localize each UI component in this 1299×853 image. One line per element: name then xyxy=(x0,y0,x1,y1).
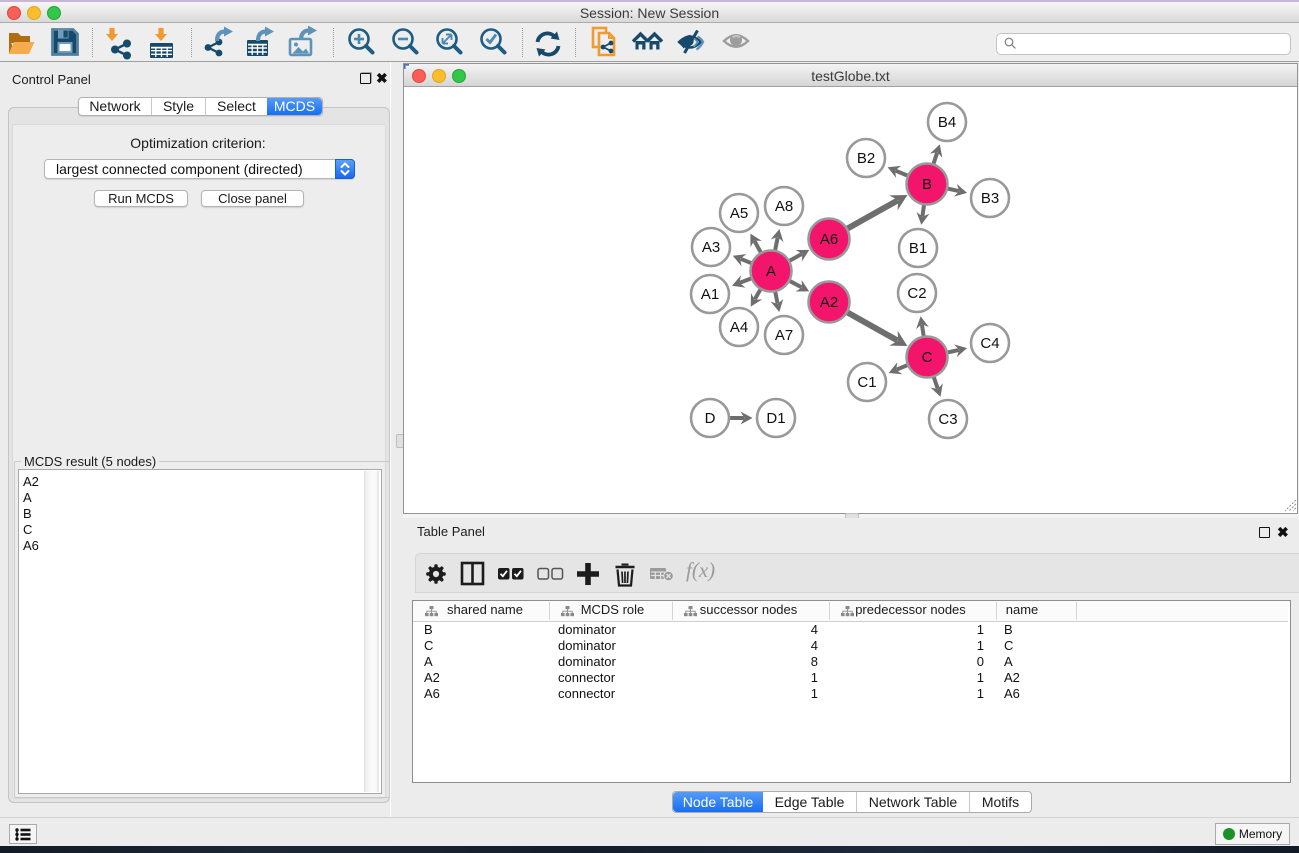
svg-text:A1: A1 xyxy=(701,286,719,303)
svg-text:B4: B4 xyxy=(938,114,956,131)
svg-text:C4: C4 xyxy=(980,335,999,352)
svg-text:A5: A5 xyxy=(730,205,748,222)
svg-text:C1: C1 xyxy=(857,374,876,391)
svg-text:A7: A7 xyxy=(775,327,793,344)
svg-text:A4: A4 xyxy=(730,319,748,336)
svg-text:D: D xyxy=(705,410,716,427)
svg-text:D1: D1 xyxy=(766,410,785,427)
svg-text:B2: B2 xyxy=(857,150,875,167)
svg-text:A8: A8 xyxy=(775,198,793,215)
svg-text:A: A xyxy=(766,263,776,280)
svg-text:B3: B3 xyxy=(981,190,999,207)
svg-text:B1: B1 xyxy=(909,240,927,257)
svg-text:C: C xyxy=(922,349,933,366)
svg-text:B: B xyxy=(922,176,932,193)
svg-text:C3: C3 xyxy=(938,411,957,428)
svg-text:A3: A3 xyxy=(702,239,720,256)
svg-text:A2: A2 xyxy=(820,294,838,311)
svg-text:C2: C2 xyxy=(907,285,926,302)
svg-text:A6: A6 xyxy=(820,231,838,248)
